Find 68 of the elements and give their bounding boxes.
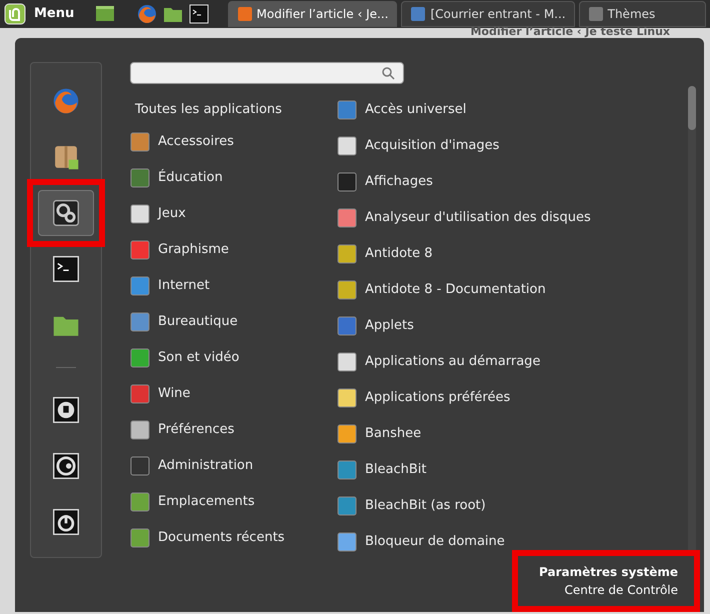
app-icon [337, 172, 357, 192]
category-icon [130, 204, 150, 224]
category-item[interactable]: Éducation [130, 160, 337, 196]
category-item[interactable]: Documents récents [130, 520, 337, 556]
app-icon [337, 316, 357, 336]
scrollbar-thumb[interactable] [688, 86, 696, 130]
application-item[interactable]: Acquisition d'images [337, 128, 591, 164]
app-icon [337, 352, 357, 372]
application-item[interactable]: Analyseur d'utilisation des disques [337, 200, 591, 236]
category-item[interactable]: Son et vidéo [130, 340, 337, 376]
category-item[interactable]: Bureautique [130, 304, 337, 340]
app-icon [337, 496, 357, 516]
menu-button[interactable]: Menu [30, 4, 78, 24]
settings-icon [51, 198, 81, 228]
category-icon [130, 348, 150, 368]
category-icon [130, 276, 150, 296]
search-field[interactable] [130, 62, 404, 84]
category-icon [130, 384, 150, 404]
category-icon [130, 528, 150, 548]
application-item[interactable]: Accès universel [337, 92, 591, 128]
category-icon [130, 240, 150, 260]
terminal-icon [51, 254, 81, 284]
window-button[interactable]: [Courrier entrant - M... [401, 1, 575, 27]
app-icon [337, 532, 357, 552]
application-item[interactable]: Bloqueur de domaine [337, 524, 591, 560]
application-item[interactable]: BleachBit (as root) [337, 488, 591, 524]
category-icon [130, 492, 150, 512]
category-item[interactable]: Préférences [130, 412, 337, 448]
category-item[interactable]: Internet [130, 268, 337, 304]
category-icon [130, 312, 150, 332]
window-button[interactable]: Thèmes [578, 1, 706, 27]
search-icon [381, 66, 395, 80]
window-title: Modifier l’article ‹ Je teste Linux [470, 26, 670, 38]
favorite-button[interactable] [38, 190, 94, 236]
application-item[interactable]: Affichages [337, 164, 591, 200]
category-item[interactable]: Jeux [130, 196, 337, 232]
settings-subtitle: Centre de Contrôle [564, 582, 678, 599]
application-item[interactable]: Banshee [337, 416, 591, 452]
app-icon [337, 208, 357, 228]
category-item[interactable]: Graphisme [130, 232, 337, 268]
category-icon [130, 132, 150, 152]
category-icon [130, 420, 150, 440]
terminal-icon[interactable] [188, 3, 210, 25]
mint-logo-icon[interactable] [4, 3, 26, 25]
application-item[interactable]: Applications préférées [337, 380, 591, 416]
app-icon [337, 100, 357, 120]
category-icon [130, 168, 150, 188]
settings-title: Paramètres système [539, 564, 678, 581]
app-icon [337, 244, 357, 264]
application-item[interactable]: BleachBit [337, 452, 591, 488]
category-item[interactable]: Emplacements [130, 484, 337, 520]
category-header[interactable]: Toutes les applications [130, 96, 337, 124]
app-icon [337, 460, 357, 480]
window-icon [588, 6, 604, 22]
category-item[interactable]: Accessoires [130, 124, 337, 160]
app-icon [337, 280, 357, 300]
app-icon [337, 388, 357, 408]
category-item[interactable]: Wine [130, 376, 337, 412]
category-item[interactable]: Administration [130, 448, 337, 484]
power-icon [51, 507, 81, 537]
app-icon [337, 136, 357, 156]
application-item[interactable]: Antidote 8 [337, 236, 591, 272]
category-icon [130, 456, 150, 476]
application-item[interactable]: Applications au démarrage [337, 344, 591, 380]
window-button[interactable]: Modifier l’article ‹ Je... [228, 1, 398, 27]
application-item[interactable]: Applets [337, 308, 591, 344]
app-icon [337, 424, 357, 444]
application-item[interactable]: Antidote 8 - Documentation [337, 272, 591, 308]
